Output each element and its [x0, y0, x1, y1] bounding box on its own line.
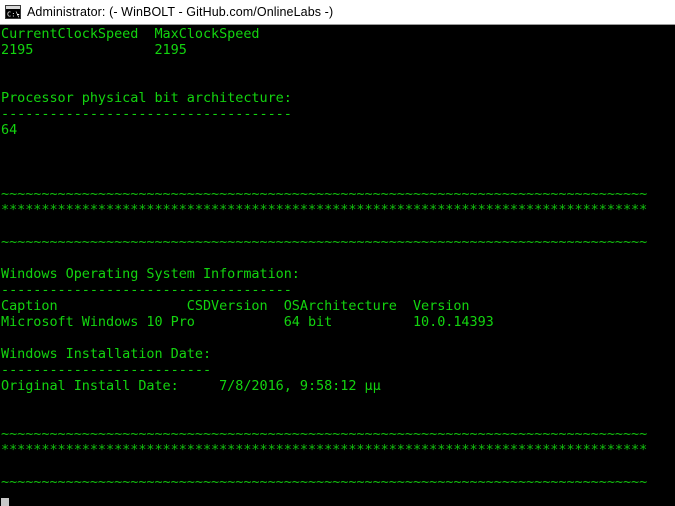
- console-line: [0, 154, 675, 170]
- console-line: Windows Operating System Information:: [1, 266, 300, 282]
- console-line: ------------------------------------: [1, 106, 292, 122]
- console-window: C:\ Administrator: (- WinBOLT - GitHub.c…: [0, 0, 675, 506]
- console-line: Microsoft Windows 10 Pro 64 bit 10.0.143…: [1, 314, 494, 330]
- console-line: [0, 410, 675, 426]
- console-line: ------------------------------------: [1, 282, 292, 298]
- console-line: [0, 250, 675, 266]
- console-line: Processor physical bit architecture:: [1, 90, 292, 106]
- console-cursor: [1, 498, 9, 506]
- console-line: [0, 74, 675, 90]
- console-line-separator: ****************************************…: [1, 442, 648, 458]
- console-line: 64: [1, 122, 18, 138]
- console-line: [0, 218, 675, 234]
- cmd-console-icon: C:\: [5, 4, 21, 20]
- console-line: [0, 394, 675, 410]
- console-line: [0, 170, 675, 186]
- console-line-separator: ****************************************…: [1, 202, 648, 218]
- title-bar[interactable]: C:\ Administrator: (- WinBOLT - GitHub.c…: [0, 0, 675, 25]
- console-line: CurrentClockSpeed MaxClockSpeed: [1, 26, 260, 42]
- console-text-buffer: CurrentClockSpeed MaxClockSpeed 2195 219…: [0, 26, 675, 506]
- console-line-separator: ~~~~~~~~~~~~~~~~~~~~~~~~~~~~~~~~~~~~~~~~…: [1, 474, 648, 490]
- console-line: [0, 490, 675, 506]
- console-output-area[interactable]: CurrentClockSpeed MaxClockSpeed 2195 219…: [0, 25, 675, 506]
- console-line: [0, 138, 675, 154]
- console-line: [0, 330, 675, 346]
- console-line: [0, 458, 675, 474]
- console-line: Windows Installation Date:: [1, 346, 212, 362]
- console-line: --------------------------: [1, 362, 212, 378]
- console-line: [0, 58, 675, 74]
- console-line-separator: ~~~~~~~~~~~~~~~~~~~~~~~~~~~~~~~~~~~~~~~~…: [1, 186, 648, 202]
- console-line: Original Install Date: 7/8/2016, 9:58:12…: [1, 378, 381, 394]
- console-line: Caption CSDVersion OSArchitecture Versio…: [1, 298, 470, 314]
- console-line: 2195 2195: [1, 42, 187, 58]
- window-title: Administrator: (- WinBOLT - GitHub.com/O…: [27, 5, 334, 19]
- console-line-separator: ~~~~~~~~~~~~~~~~~~~~~~~~~~~~~~~~~~~~~~~~…: [1, 426, 648, 442]
- console-line-separator: ~~~~~~~~~~~~~~~~~~~~~~~~~~~~~~~~~~~~~~~~…: [1, 234, 648, 250]
